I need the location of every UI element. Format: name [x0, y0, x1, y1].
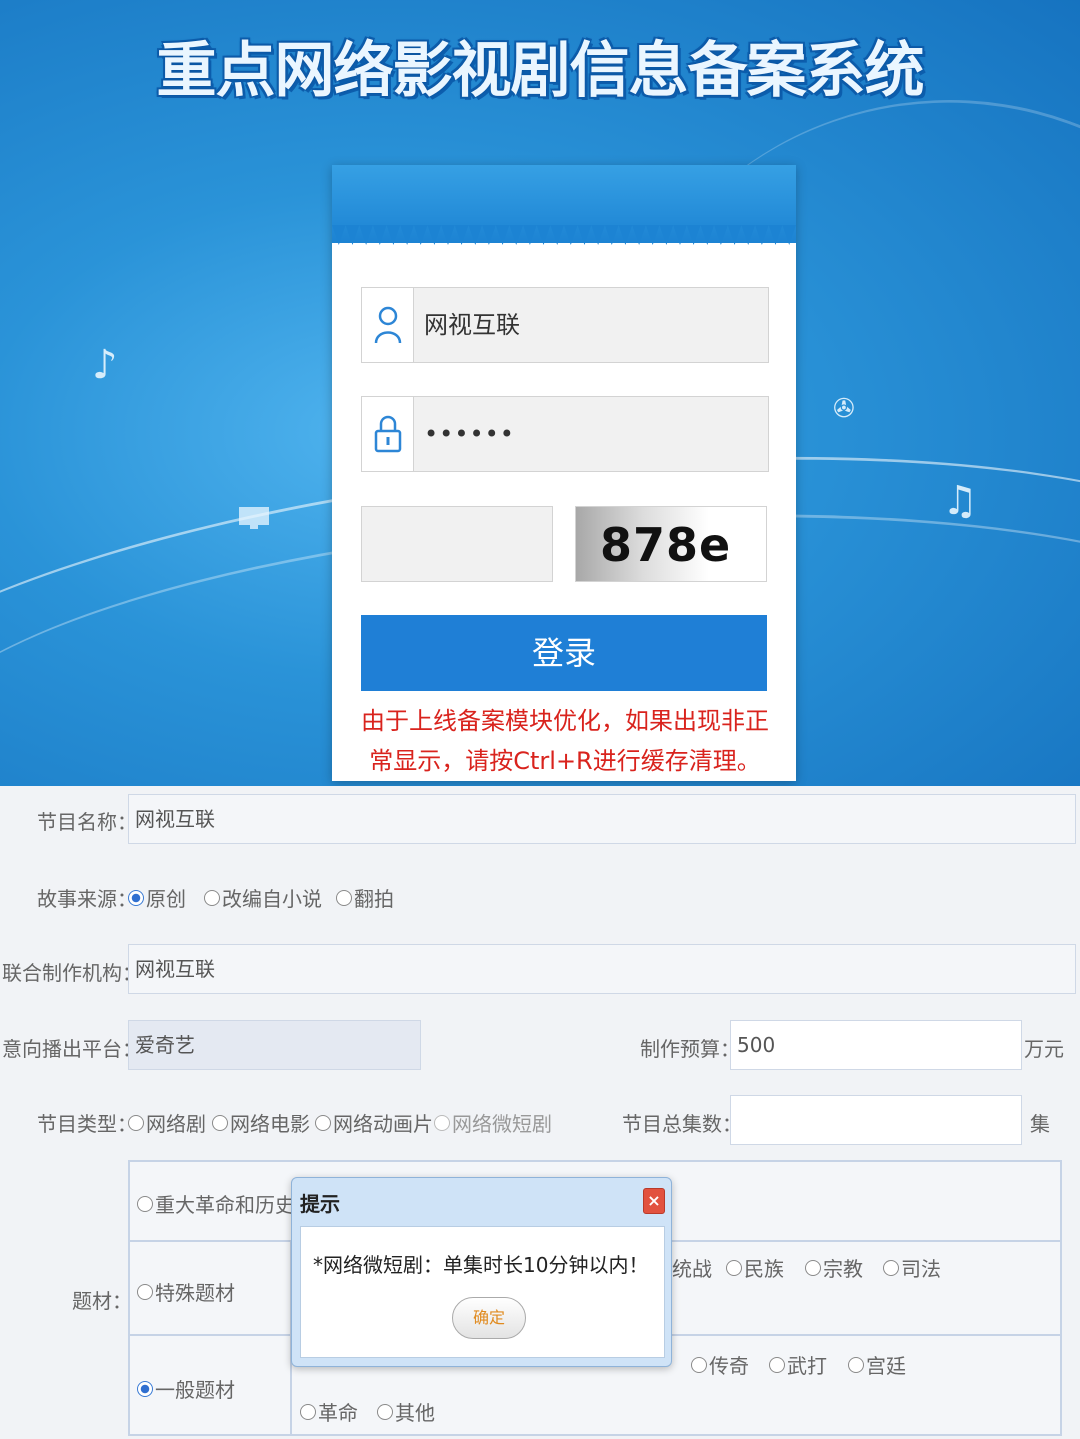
topic-martial-radio[interactable]: 武打 — [769, 1350, 827, 1379]
type-web-movie-radio[interactable]: 网络电影 — [212, 1108, 310, 1137]
login-page: 重点网络影视剧信息备案系统 ♪ ♫ ✇ 网视互联 •••••• 878e 登录 … — [0, 0, 1080, 786]
close-icon[interactable]: × — [643, 1188, 665, 1214]
radio-icon — [212, 1114, 228, 1131]
budget-label: 制作预算： — [640, 1037, 740, 1061]
radio-icon — [377, 1403, 393, 1420]
radio-selected-icon — [128, 889, 144, 906]
episodes-label: 节目总集数： — [622, 1112, 742, 1136]
topic-revolution-radio[interactable]: 革命 — [300, 1397, 358, 1426]
program-type-label: 节目类型： — [37, 1112, 137, 1136]
program-name-label: 节目名称： — [37, 810, 137, 834]
radio-selected-icon — [137, 1380, 153, 1397]
topic-label: 题材： — [72, 1289, 132, 1313]
co-producer-label: 联合制作机构： — [2, 961, 142, 985]
topic-legend-radio[interactable]: 传奇 — [691, 1350, 749, 1379]
radio-icon — [204, 889, 220, 906]
site-title: 重点网络影视剧信息备案系统 — [156, 36, 925, 106]
topic-major-history-radio[interactable]: 重大革命和历史题 — [137, 1189, 315, 1218]
radio-icon — [691, 1356, 707, 1373]
story-source-label: 故事来源： — [37, 887, 137, 911]
monitor-icon — [239, 507, 269, 529]
radio-icon — [883, 1259, 899, 1276]
type-micro-drama-radio[interactable]: 网络微短剧 — [434, 1108, 552, 1137]
radio-icon — [137, 1283, 153, 1300]
platform-label: 意向播出平台： — [2, 1037, 142, 1061]
username-value[interactable]: 网视互联 — [424, 288, 520, 362]
alert-dialog: 提示 × *网络微短剧：单集时长10分钟以内！ 确定 — [291, 1177, 672, 1367]
music-notes-icon: ♫ — [942, 478, 978, 524]
login-button[interactable]: 登录 — [361, 615, 767, 691]
lock-icon — [362, 397, 414, 471]
budget-input[interactable]: 500 — [730, 1020, 1022, 1070]
type-web-animation-radio[interactable]: 网络动画片 — [315, 1108, 433, 1137]
episodes-unit: 集 — [1030, 1112, 1050, 1136]
topic-ethnic-radio[interactable]: 民族 — [726, 1253, 784, 1282]
captcha-input[interactable] — [361, 506, 553, 582]
password-field[interactable]: •••••• — [361, 396, 769, 472]
topic-judiciary-radio[interactable]: 司法 — [883, 1253, 941, 1282]
topic-other-radio[interactable]: 其他 — [377, 1397, 435, 1426]
story-source-remake-radio[interactable]: 翻拍 — [336, 883, 394, 912]
topic-religion-radio[interactable]: 宗教 — [805, 1253, 863, 1282]
card-zigzag-edge — [332, 225, 796, 245]
radio-icon — [315, 1114, 331, 1131]
dialog-body: *网络微短剧：单集时长10分钟以内！ 确定 — [300, 1226, 665, 1358]
radio-icon — [848, 1356, 864, 1373]
radio-icon — [769, 1356, 785, 1373]
captcha-image[interactable]: 878e — [575, 506, 767, 582]
cache-notice: 由于上线备案模块优化，如果出现非正常显示，请按Ctrl+R进行缓存清理。 — [361, 707, 769, 775]
topic-united-front-radio[interactable]: 统战 — [672, 1253, 712, 1282]
ok-button[interactable]: 确定 — [452, 1297, 526, 1339]
radio-icon — [434, 1114, 450, 1131]
user-icon — [362, 288, 414, 362]
radio-icon — [805, 1259, 821, 1276]
dialog-message: *网络微短剧：单集时长10分钟以内！ — [313, 1253, 649, 1277]
radio-icon — [336, 889, 352, 906]
username-field[interactable]: 网视互联 — [361, 287, 769, 363]
dialog-title: 提示 — [300, 1192, 340, 1216]
story-source-original-radio[interactable]: 原创 — [128, 883, 186, 912]
program-name-input[interactable]: 网视互联 — [128, 794, 1076, 844]
topic-palace-radio[interactable]: 宫廷 — [848, 1350, 906, 1379]
radio-icon — [300, 1403, 316, 1420]
login-card: 网视互联 •••••• 878e 登录 由于上线备案模块优化，如果出现非正常显示… — [332, 165, 796, 781]
story-source-novel-radio[interactable]: 改编自小说 — [204, 883, 322, 912]
radio-icon — [726, 1259, 742, 1276]
topic-special-radio[interactable]: 特殊题材 — [137, 1277, 235, 1306]
episodes-input[interactable] — [730, 1095, 1022, 1145]
co-producer-input[interactable]: 网视互联 — [128, 944, 1076, 994]
platform-select[interactable]: 爱奇艺 — [128, 1020, 421, 1070]
topic-general-radio[interactable]: 一般题材 — [137, 1374, 235, 1403]
music-note-icon: ♪ — [92, 342, 118, 388]
type-web-series-radio[interactable]: 网络剧 — [128, 1108, 206, 1137]
budget-unit: 万元 — [1024, 1037, 1064, 1061]
password-value[interactable]: •••••• — [424, 397, 515, 471]
radio-icon — [128, 1114, 144, 1131]
film-reel-icon: ✇ — [833, 394, 855, 424]
radio-icon — [137, 1195, 153, 1212]
